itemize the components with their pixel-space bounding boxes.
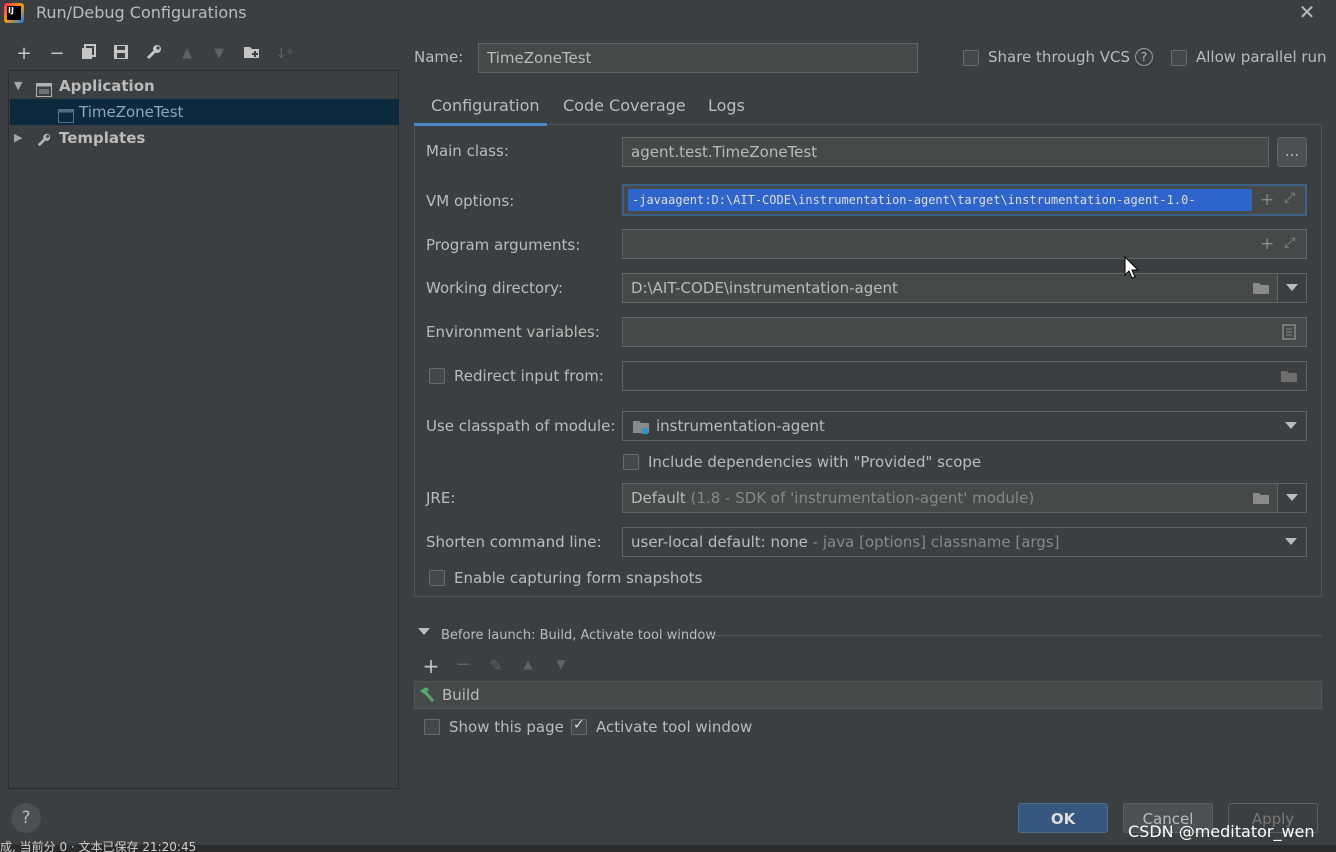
shorten-command-line-select[interactable]: user-local default: none - java [options… <box>622 527 1307 557</box>
jre-dropdown[interactable] <box>1277 483 1307 513</box>
tab-code-coverage[interactable]: Code Coverage <box>563 96 686 115</box>
shorten-value: user-local default: none <box>631 533 808 551</box>
redirect-input-field[interactable] <box>622 361 1307 391</box>
task-label: Build <box>442 686 480 704</box>
activate-tool-window-checkbox[interactable] <box>571 717 587 735</box>
before-launch-title: Before launch: Build, Activate tool wind… <box>441 628 716 643</box>
tab-logs[interactable]: Logs <box>708 96 745 115</box>
chevron-down-icon <box>1286 284 1298 291</box>
program-arguments-input[interactable]: + ⤢ <box>622 229 1307 259</box>
redirect-input-checkbox[interactable] <box>429 368 445 384</box>
expand-arrow-icon[interactable]: ▼ <box>14 73 26 99</box>
wrench-icon <box>36 130 52 156</box>
activate-tool-window-label: Activate tool window <box>596 718 753 736</box>
working-directory-input[interactable]: D:\AIT-CODE\instrumentation-agent <box>622 273 1278 303</box>
working-directory-label: Working directory: <box>426 279 564 297</box>
show-page-label: Show this page <box>449 718 564 736</box>
name-input[interactable]: TimeZoneTest <box>478 43 918 73</box>
new-folder-icon[interactable] <box>241 43 263 65</box>
remove-task-icon[interactable]: − <box>453 654 473 675</box>
vm-options-input[interactable]: -javaagent:D:\AIT-CODE\instrumentation-a… <box>622 184 1307 216</box>
classpath-module-select[interactable]: instrumentation-agent <box>622 411 1307 441</box>
chevron-down-icon <box>1285 422 1297 429</box>
share-vcs-label: Share through VCS <box>988 48 1131 66</box>
name-label: Name: <box>414 48 464 66</box>
include-provided-checkbox[interactable] <box>623 454 639 470</box>
program-arguments-label: Program arguments: <box>426 236 581 254</box>
hammer-icon <box>418 686 436 708</box>
tree-item-label: Application <box>59 77 155 95</box>
collapse-arrow-icon[interactable]: ▶ <box>14 125 26 151</box>
folder-icon[interactable] <box>1252 490 1270 510</box>
ok-button[interactable]: OK <box>1018 803 1108 833</box>
tree-item-application[interactable]: ▼ Application <box>10 73 399 99</box>
allow-parallel-checkbox[interactable] <box>1171 50 1187 66</box>
tree-item-templates[interactable]: ▶ Templates <box>10 125 399 151</box>
main-class-input[interactable]: agent.test.TimeZoneTest <box>622 137 1269 167</box>
classpath-module-label: Use classpath of module: <box>426 417 616 435</box>
configuration-tree[interactable]: ▼ Application TimeZoneTest ▶ Templates <box>8 70 399 789</box>
folder-icon[interactable] <box>1252 280 1270 300</box>
show-page-checkbox[interactable] <box>424 719 440 735</box>
before-launch-task-list[interactable]: Build <box>414 681 1322 709</box>
working-directory-dropdown[interactable] <box>1277 273 1307 303</box>
intellij-app-icon: IJ <box>4 3 24 23</box>
help-icon[interactable]: ? <box>1135 48 1153 66</box>
environment-variables-input[interactable] <box>622 317 1307 347</box>
expand-icon[interactable]: ⤢ <box>1284 235 1295 251</box>
move-task-down-icon[interactable]: ▼ <box>551 657 571 671</box>
redirect-input-label: Redirect input from: <box>454 367 604 385</box>
chevron-down-icon <box>1286 494 1298 501</box>
jre-value: Default <box>631 489 686 507</box>
task-row[interactable]: Build <box>415 682 1321 708</box>
edit-list-icon[interactable] <box>1282 324 1296 344</box>
module-folder-icon <box>632 419 650 439</box>
expand-icon[interactable]: ⤢ <box>1284 190 1295 206</box>
jre-label: JRE: <box>426 489 456 507</box>
remove-icon[interactable]: − <box>46 43 68 65</box>
tab-configuration[interactable]: Configuration <box>431 96 540 115</box>
jre-input[interactable]: Default (1.8 - SDK of 'instrumentation-a… <box>622 483 1278 513</box>
add-icon[interactable]: + <box>1260 190 1274 210</box>
before-launch-divider <box>708 635 1322 636</box>
browse-main-class-button[interactable]: ... <box>1277 137 1307 167</box>
add-icon[interactable]: + <box>13 43 35 65</box>
environment-variables-label: Environment variables: <box>426 323 600 341</box>
add-task-icon[interactable]: + <box>421 654 441 678</box>
watermark: CSDN @meditator_wen <box>1128 822 1315 841</box>
include-provided-label: Include dependencies with "Provided" sco… <box>648 453 982 471</box>
help-button[interactable]: ? <box>11 803 41 833</box>
background-window-strip <box>0 845 1336 852</box>
add-icon[interactable]: + <box>1260 234 1274 254</box>
capture-snapshots-label: Enable capturing form snapshots <box>454 569 703 587</box>
background-status-text: 成, 当前分 0 · 文本已保存 21:20:45 <box>0 840 197 852</box>
main-class-label: Main class: <box>426 142 509 160</box>
wrench-icon[interactable] <box>143 43 165 65</box>
save-icon[interactable] <box>110 43 132 65</box>
shorten-command-line-label: Shorten command line: <box>426 533 602 551</box>
vm-options-text: -javaagent:D:\AIT-CODE\instrumentation-a… <box>628 189 1252 211</box>
window-title: Run/Debug Configurations <box>36 3 247 22</box>
tree-item-label: Templates <box>59 129 146 147</box>
title-bar: IJ Run/Debug Configurations ✕ <box>0 0 1336 26</box>
collapse-before-launch-icon[interactable] <box>418 628 430 635</box>
vm-options-label: VM options: <box>426 192 515 210</box>
chevron-down-icon <box>1285 538 1297 545</box>
folder-icon[interactable] <box>1280 368 1298 388</box>
share-vcs-checkbox[interactable] <box>963 50 979 66</box>
tree-item-timezonetest[interactable]: TimeZoneTest <box>10 99 399 125</box>
shorten-hint: - java [options] classname [args] <box>812 533 1060 551</box>
move-task-up-icon[interactable]: ▲ <box>518 657 538 671</box>
jre-hint: (1.8 - SDK of 'instrumentation-agent' mo… <box>690 489 1035 507</box>
tree-item-label: TimeZoneTest <box>79 103 184 121</box>
allow-parallel-label: Allow parallel run <box>1196 48 1327 66</box>
tabs-divider <box>414 124 1322 125</box>
copy-icon[interactable] <box>78 43 100 65</box>
edit-task-icon[interactable]: ✎ <box>486 656 506 675</box>
close-icon[interactable]: ✕ <box>1296 1 1318 23</box>
move-up-icon[interactable]: ▲ <box>176 43 198 65</box>
capture-snapshots-checkbox[interactable] <box>429 570 445 586</box>
move-down-icon[interactable]: ▼ <box>208 43 230 65</box>
sort-icon[interactable]: ↓ᵃ <box>273 43 295 65</box>
